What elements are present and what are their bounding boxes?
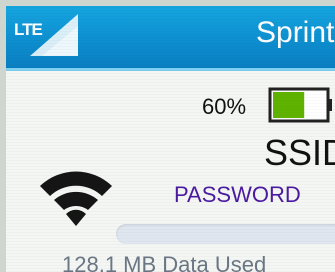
ssid-label: SSID: [264, 132, 335, 173]
wifi-icon: [40, 171, 112, 226]
data-usage-bar: [116, 224, 335, 244]
carrier-name: Sprint: [256, 16, 335, 49]
battery-fill: [273, 92, 305, 118]
status-bar: LTE Sprint: [6, 6, 335, 71]
network-type-label: LTE: [14, 20, 43, 39]
battery-icon: [268, 87, 332, 123]
battery-percent: 60%: [202, 94, 247, 119]
lte-badge: LTE: [8, 12, 78, 56]
device-screen: LTE Sprint 60% SSID PASSWORD 128.1 MB Da…: [0, 0, 335, 272]
password-label: PASSWORD: [174, 182, 301, 207]
data-used-label: 128.1 MB Data Used: [62, 252, 267, 272]
